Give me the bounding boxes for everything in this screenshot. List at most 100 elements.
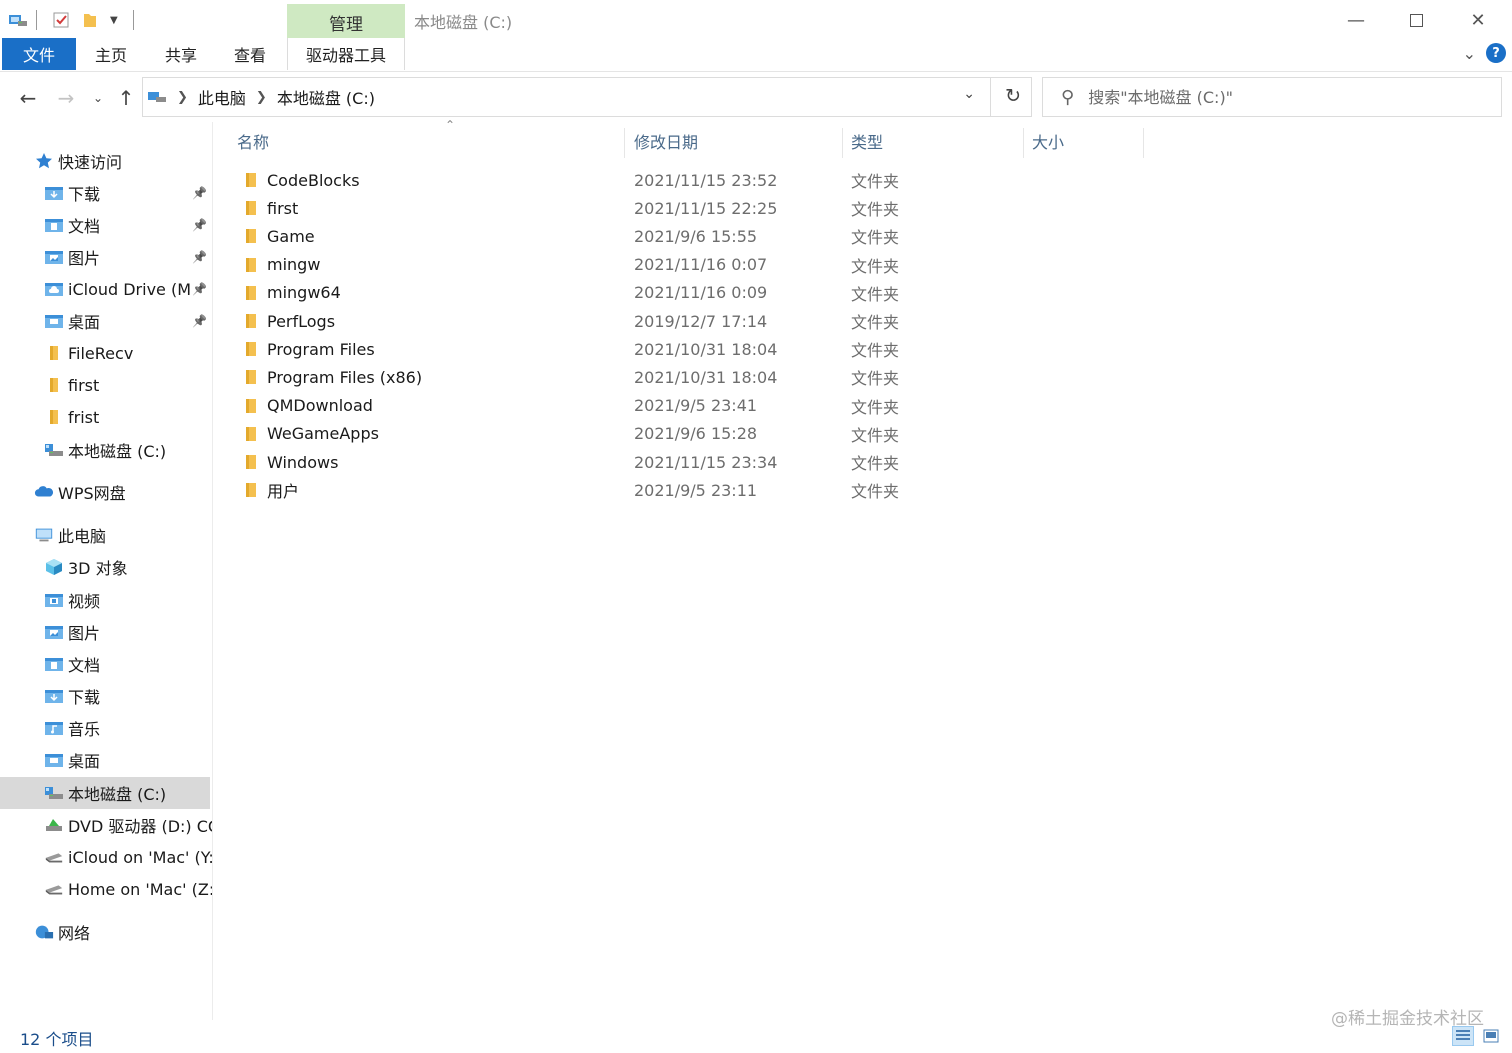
network-icon [34,923,54,941]
tab-drive-tools[interactable]: 驱动器工具 [287,38,405,70]
sidebar-item-label: 桌面 [68,752,101,771]
sidebar-item[interactable]: first [0,369,212,401]
breadcrumb-this-pc[interactable]: 此电脑 [198,85,246,109]
minimize-icon: — [1347,9,1365,31]
table-row[interactable]: mingw 2021/11/16 0:07 文件夹 [233,251,1333,279]
sidebar-item[interactable]: DVD 驱动器 (D:) CC [0,809,212,841]
sidebar-item[interactable]: 文档 📌 [0,209,212,241]
folder-icon [243,454,259,474]
file-type: 文件夹 [851,397,900,417]
tab-share[interactable]: 共享 [150,38,212,70]
sidebar-item[interactable]: iCloud Drive (M 📌 [0,273,212,305]
column-header-name[interactable]: 名称 ⌃ [237,118,625,160]
pin-icon: 📌 [192,186,207,200]
forward-button[interactable]: → [54,86,78,110]
sidebar-item[interactable]: 视频 [0,584,212,616]
table-row[interactable]: Game 2021/9/6 15:55 文件夹 [233,222,1333,250]
file-date: 2021/11/15 23:52 [634,170,778,190]
table-row[interactable]: Program Files 2021/10/31 18:04 文件夹 [233,335,1333,363]
sidebar-item[interactable]: 桌面 📌 [0,305,212,337]
table-row[interactable]: PerfLogs 2019/12/7 17:14 文件夹 [233,307,1333,335]
sidebar-item[interactable]: 文档 [0,648,212,680]
sidebar-item[interactable]: Home on 'Mac' (Z: [0,873,212,905]
column-header-date[interactable]: 修改日期 [634,122,840,160]
videos-folder-icon [44,591,64,609]
file-date: 2019/12/7 17:14 [634,311,768,331]
tab-view[interactable]: 查看 [219,38,281,70]
breadcrumb-local-disk[interactable]: 本地磁盘 (C:) [277,85,375,109]
file-type: 文件夹 [851,313,900,332]
sidebar-item[interactable]: 下载 📌 [0,177,212,209]
maximize-icon [1409,13,1423,27]
column-date-label: 修改日期 [634,133,699,152]
sidebar-item[interactable]: FileRecv [0,337,212,369]
item-count: 12 个项目 [20,1030,94,1049]
sidebar-item-label: 本地磁盘 (C:) [68,785,167,804]
sidebar-item[interactable]: 本地磁盘 (C:) [0,434,212,466]
search-box[interactable]: ⚲ [1042,77,1502,117]
expand-ribbon-icon[interactable]: ⌄ [1463,44,1476,63]
properties-icon[interactable] [52,8,70,32]
large-icons-view-button[interactable] [1480,1026,1502,1046]
details-view-button[interactable] [1452,1026,1474,1046]
help-icon[interactable]: ? [1486,43,1506,63]
sidebar-item[interactable]: WPS网盘 [0,476,212,508]
table-row[interactable]: Windows 2021/11/15 23:34 文件夹 [233,448,1333,476]
table-row[interactable]: first 2021/11/15 22:25 文件夹 [233,194,1333,222]
column-header-size[interactable]: 大小 [1032,122,1142,160]
sidebar-item[interactable]: 下载 [0,680,212,712]
column-type-label: 类型 [851,133,884,152]
tab-home[interactable]: 主页 [80,38,142,70]
sidebar-item[interactable]: 网络 [0,916,212,948]
file-name: mingw [267,255,321,275]
file-name: first [267,198,299,218]
sidebar-item[interactable]: frist [0,401,212,433]
sidebar-item[interactable]: 图片 📌 [0,241,212,273]
computer-icon [34,526,54,544]
sidebar-item[interactable]: 音乐 [0,712,212,744]
sidebar-item[interactable]: 图片 [0,616,212,648]
address-dropdown-icon[interactable]: ⌄ [963,86,975,102]
sidebar-item-label: 文档 [68,656,101,675]
sidebar-item-label: 文档 [68,217,101,236]
network-drive-icon [44,848,64,866]
file-date: 2021/9/5 23:11 [634,480,758,500]
column-header-type[interactable]: 类型 [851,122,1021,160]
sidebar-item-label: 网络 [58,924,91,943]
table-row[interactable]: mingw64 2021/11/16 0:09 文件夹 [233,279,1333,307]
table-row[interactable]: Program Files (x86) 2021/10/31 18:04 文件夹 [233,363,1333,391]
sidebar-item[interactable]: 快速访问 [0,145,212,177]
refresh-icon[interactable]: ↻ [1005,85,1021,107]
customize-quick-access-icon[interactable]: ▼ [110,8,118,32]
table-row[interactable]: WeGameApps 2021/9/6 15:28 文件夹 [233,420,1333,448]
minimize-button[interactable]: — [1326,0,1386,40]
sidebar-item[interactable]: 3D 对象 [0,551,212,583]
folder-icon [44,344,64,362]
explorer-app-icon[interactable] [8,8,28,32]
file-date: 2021/11/16 0:09 [634,283,768,303]
table-row[interactable]: 用户 2021/9/5 23:11 文件夹 [233,476,1333,504]
back-button[interactable]: ← [16,86,40,110]
sidebar-item[interactable]: 桌面 [0,744,212,776]
sidebar-item[interactable]: 此电脑 [0,519,212,551]
sidebar-item[interactable]: iCloud on 'Mac' (Y: [0,841,212,873]
file-type: 文件夹 [851,425,900,445]
search-input[interactable] [1088,87,1469,107]
table-row[interactable]: CodeBlocks 2021/11/15 23:52 文件夹 [233,166,1333,194]
sidebar-item-label: FileRecv [68,343,134,363]
tab-manage[interactable]: 管理 [287,4,405,40]
table-row[interactable]: QMDownload 2021/9/5 23:41 文件夹 [233,392,1333,420]
address-bar[interactable]: ❯ 此电脑 ❯ 本地磁盘 (C:) ⌄ ↻ [142,77,1032,117]
file-type: 文件夹 [851,284,900,304]
recent-locations-button[interactable]: ⌄ [86,86,110,110]
up-button[interactable]: ↑ [114,86,138,110]
close-button[interactable]: ✕ [1448,0,1508,40]
status-bar: 12 个项目 @稀土掘金技术社区 [0,1009,1512,1053]
tab-file[interactable]: 文件 [2,38,76,70]
drive-icon [44,441,64,459]
new-folder-icon[interactable] [82,8,98,32]
maximize-button[interactable] [1386,0,1446,40]
folder-icon [243,313,259,333]
sidebar-item[interactable]: 本地磁盘 (C:) [0,777,210,809]
file-type: 文件夹 [851,369,900,389]
